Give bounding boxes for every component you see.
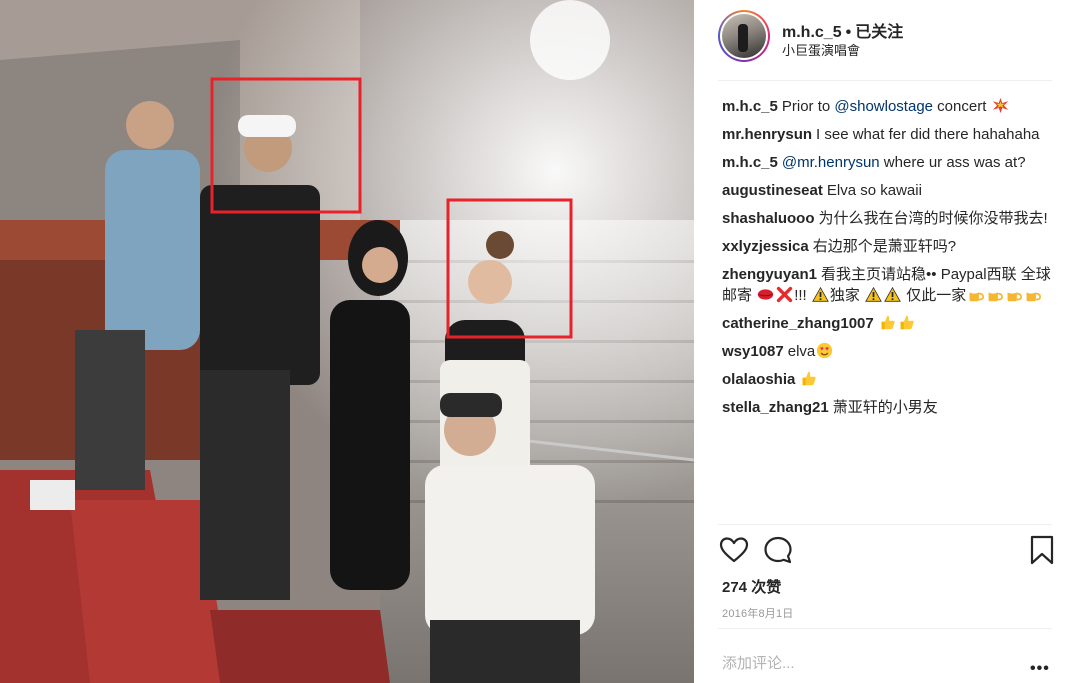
- header-username-line: m.h.c_5 • 已关注: [782, 18, 903, 42]
- comment-item: m.h.c_5 @mr.henrysun where ur ass was at?: [722, 152, 1058, 173]
- comment-item: olalaoshia: [722, 369, 1058, 390]
- comment-username[interactable]: olalaoshia: [722, 371, 795, 388]
- post-date: 2016年8月1日: [722, 608, 794, 620]
- likes-count[interactable]: 274 次赞: [722, 576, 781, 597]
- comment-mention[interactable]: @mr.henrysun: [782, 154, 880, 171]
- comment-text: Prior to: [781, 98, 835, 115]
- comment-item: wsy1087 elva: [722, 341, 1058, 362]
- comment-item: stella_zhang21 萧亚轩的小男友: [722, 397, 1058, 418]
- comment-text: elva: [787, 343, 816, 360]
- cross-mark-emoji-icon: [777, 286, 793, 303]
- warning-emoji-icon: [811, 286, 829, 302]
- comment-username[interactable]: zhengyuyan1: [722, 266, 817, 283]
- comment-text: 右边那个是萧亚轩吗?: [812, 238, 957, 255]
- beer-mug-emoji-icon: [1026, 288, 1042, 302]
- divider: [718, 524, 1052, 525]
- avatar[interactable]: [718, 10, 770, 62]
- comment-username[interactable]: wsy1087: [722, 343, 784, 360]
- comment-text: 独家: [829, 287, 860, 304]
- comment-text: 为什么我在台湾的时候你没带我去!: [818, 210, 1048, 227]
- comment-username[interactable]: catherine_zhang1007: [722, 315, 874, 332]
- divider: [718, 80, 1052, 81]
- post-header: m.h.c_5 • 已关注 小巨蛋演唱會: [718, 10, 1058, 70]
- thumbs-up-emoji-icon: [802, 371, 816, 386]
- comment-item: zhengyuyan1 看我主页请站稳•• Paypal西联 全球邮寄 !!! 独…: [722, 264, 1058, 306]
- collision-emoji-icon: [992, 97, 1008, 114]
- beer-mug-emoji-icon: [1007, 288, 1023, 302]
- heart-icon[interactable]: [718, 534, 750, 566]
- heart-eyes-emoji-icon: [817, 342, 833, 359]
- comment-username[interactable]: stella_zhang21: [722, 399, 829, 416]
- beer-mug-emoji-icon: [969, 288, 985, 302]
- comment-username[interactable]: augustineseat: [722, 182, 823, 199]
- add-comment-input[interactable]: 添加评论...: [722, 652, 795, 673]
- comment-item: mr.henrysun I see what fer did there haha…: [722, 124, 1058, 145]
- post-actions: [718, 534, 1058, 568]
- comment-text: I see what fer did there hahahaha: [816, 126, 1040, 143]
- thumbs-up-emoji-icon: [881, 315, 895, 330]
- comment-item: xxlyzjessica 右边那个是萧亚轩吗?: [722, 236, 1058, 257]
- comment-item: shashaluooo 为什么我在台湾的时候你没带我去!: [722, 208, 1058, 229]
- comment-text: concert: [933, 98, 987, 115]
- beer-mug-emoji-icon: [988, 288, 1004, 302]
- bookmark-icon[interactable]: [1026, 534, 1058, 566]
- comment-text: 仅此一家: [906, 287, 967, 304]
- comments-list: m.h.c_5 Prior to @showlostage concert mr.…: [722, 96, 1058, 425]
- warning-emoji-icon: [884, 286, 901, 302]
- comment-username[interactable]: mr.henrysun: [722, 126, 812, 143]
- comment-mention[interactable]: @showlostage: [834, 98, 933, 115]
- comment-text: 萧亚轩的小男友: [832, 399, 938, 416]
- thumbs-up-emoji-icon: [900, 315, 914, 330]
- divider: [718, 628, 1052, 629]
- comment-item: m.h.c_5 Prior to @showlostage concert: [722, 96, 1058, 117]
- lips-emoji-icon: [758, 289, 774, 300]
- comment-username[interactable]: shashaluooo: [722, 210, 815, 227]
- header-username[interactable]: m.h.c_5: [782, 24, 842, 41]
- warning-emoji-icon: [865, 286, 882, 302]
- more-options-icon[interactable]: •••: [1030, 660, 1050, 678]
- comment-username[interactable]: xxlyzjessica: [722, 238, 809, 255]
- location-link[interactable]: 小巨蛋演唱會: [782, 40, 860, 59]
- post-photo[interactable]: [0, 0, 694, 683]
- concert-photo-illustration: [0, 0, 694, 683]
- comment-username[interactable]: m.h.c_5: [722, 98, 778, 115]
- follow-status-button[interactable]: 已关注: [855, 24, 903, 41]
- comment-text: !!!: [794, 287, 807, 304]
- post-side-panel: m.h.c_5 • 已关注 小巨蛋演唱會 m.h.c_5 Prior to @show…: [694, 0, 1080, 683]
- header-separator: •: [845, 24, 852, 41]
- comment-item: catherine_zhang1007: [722, 313, 1058, 334]
- comment-text: where ur ass was at?: [879, 154, 1026, 171]
- comment-text: Elva so kawaii: [826, 182, 922, 199]
- comment-username[interactable]: m.h.c_5: [722, 154, 778, 171]
- comment-bubble-icon[interactable]: [762, 534, 794, 566]
- comment-item: augustineseat Elva so kawaii: [722, 180, 1058, 201]
